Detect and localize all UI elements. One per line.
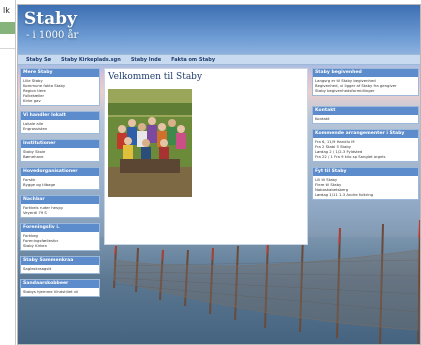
sidebar-box: Staby Sammenkraa Sagleskraagstt: [20, 256, 100, 274]
sidebar-link[interactable]: Sagleskraagstt: [23, 266, 97, 271]
website-frame: Staby - i 1000 år Staby Sø Staby Kirkepl…: [17, 4, 421, 345]
left-cropped-panel: lk: [0, 0, 16, 345]
site-title[interactable]: Staby: [24, 9, 77, 29]
left-panel-green-bar: [0, 22, 15, 34]
left-sidebar: Mere Staby Lille Staby Kommune fakta Sta…: [20, 68, 100, 302]
sidebar-link[interactable]: Lørdag 1/11 1-3 Andre folkring: [315, 192, 416, 197]
nav-link-kirkeplads[interactable]: Staby Kirkeplads.sgn: [61, 57, 121, 63]
nav-link-staby-so[interactable]: Staby Sø: [26, 57, 51, 63]
sidebar-link[interactable]: Kirke gav: [23, 98, 97, 103]
sidebar-box: Vi handler lokalt Lokale alle Engrossist…: [20, 111, 100, 134]
sidebar-box-title: Staby begivenhed: [313, 69, 418, 77]
sidebar-box-title: Hovedorganisationer: [21, 168, 99, 176]
sidebar-link[interactable]: Staby Kirken: [23, 243, 97, 248]
nav-link-fakta[interactable]: Fakta om Staby: [171, 57, 215, 63]
left-panel-text: lk: [3, 6, 10, 15]
sidebar-box-title: Vi handler lokalt: [21, 112, 99, 120]
left-panel-divider: [0, 48, 15, 49]
sidebar-link[interactable]: Stabys hjemme Vindstillet vil: [23, 289, 97, 294]
sidebar-box: Staby begivenhed Langsrg er til Staby be…: [312, 68, 419, 96]
nav-link-staby-inde[interactable]: Staby Inde: [131, 57, 161, 63]
sidebar-box-title: Staby Sammenkraa: [21, 257, 99, 265]
sidebar-box-title: Kontakt: [313, 107, 418, 115]
main-navigation: Staby Sø Staby Kirkeplads.sgn Staby Inde…: [18, 54, 420, 65]
sidebar-box-title: Institutioner: [21, 140, 99, 148]
sidebar-link[interactable]: Fra 22 / 1 Fra 9 kilo sp Sanglet orgels: [315, 154, 416, 159]
sidebar-link[interactable]: Børnehave: [23, 154, 97, 159]
sidebar-box: Institutioner Staby Skole Børnehave: [20, 139, 100, 162]
sidebar-box: Mere Staby Lille Staby Kommune fakta Sta…: [20, 68, 100, 106]
sidebar-link[interactable]: Staby begivenhedsformidlinger: [315, 88, 416, 93]
sidebar-box: Kommende arrangementer i Staby Fra 6, 11…: [312, 129, 419, 162]
sidebar-box-title: Foreningsliv i.: [21, 224, 99, 232]
sidebar-box: Fyt til Staby Lill til Staby Flere til S…: [312, 167, 419, 200]
right-sidebar: Staby begivenhed Langsrg er til Staby be…: [312, 68, 419, 205]
sidebar-box-title: Mere Staby: [21, 69, 99, 77]
sidebar-link[interactable]: Bygge og tilbage: [23, 182, 97, 187]
sidebar-box-title: Nachbar: [21, 196, 99, 204]
sidebar-box-title: Kommende arrangementer i Staby: [313, 130, 418, 138]
sidebar-box: Sandaarskobbeer Stabys hjemme Vindstille…: [20, 279, 100, 297]
sidebar-box-title: Sandaarskobbeer: [21, 280, 99, 288]
sidebar-box: Foreningsliv i. Forkkeg Foreningsfællesf…: [20, 223, 100, 251]
children-group-photo: [108, 89, 192, 197]
sidebar-link[interactable]: Kontakt: [315, 116, 416, 121]
sidebar-box-title: Fyt til Staby: [313, 168, 418, 176]
screenshot: lk Staby - i 1000 år Staby Sø Staby Kirk…: [0, 0, 421, 345]
sidebar-box: Nachbar Forkkels ruder hesyg Veyerdi 79 …: [20, 195, 100, 218]
site-subtitle: - i 1000 år: [26, 30, 79, 41]
sidebar-link[interactable]: Engrossisten: [23, 126, 97, 131]
sidebar-link[interactable]: Veyerdi 79 S: [23, 210, 97, 215]
main-content: Velkommen til Staby: [104, 68, 308, 245]
sidebar-box: Hovedorganisationer Forskk Bygge og tilb…: [20, 167, 100, 190]
sidebar-box: Kontakt Kontakt: [312, 106, 419, 124]
page-title: Velkommen til Staby: [108, 72, 203, 82]
